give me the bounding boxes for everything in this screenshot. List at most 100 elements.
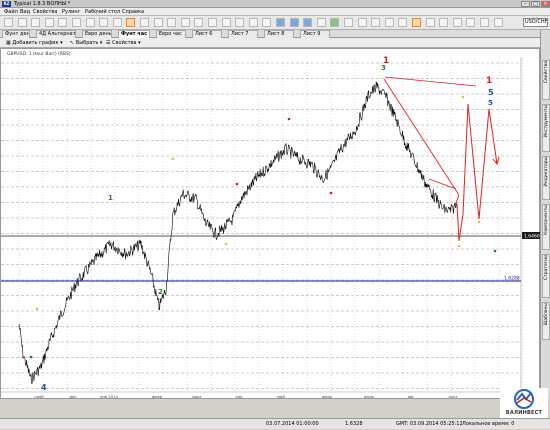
toolbar-save-button[interactable] bbox=[31, 18, 41, 27]
time-axis-label: авг bbox=[408, 394, 415, 399]
minimize-button[interactable]: – bbox=[521, 1, 530, 7]
toolbar-alert-button[interactable] bbox=[493, 18, 503, 27]
tab-sheet-4[interactable]: Фунт час bbox=[118, 30, 150, 38]
menu-properties[interactable]: Свойства bbox=[33, 8, 57, 16]
toolbar-cursor-button[interactable] bbox=[126, 18, 136, 27]
side-tab-4[interactable]: Компоненты bbox=[542, 204, 550, 250]
toolbar-crosshair-button[interactable] bbox=[180, 18, 190, 27]
toolbar-channel-button[interactable] bbox=[221, 18, 231, 27]
time-axis-label: сент bbox=[448, 394, 458, 399]
status-date: 03.07.2014 01:00:00 bbox=[266, 421, 319, 427]
side-tab-5[interactable]: Стратегии bbox=[542, 254, 550, 298]
toolbar-settings-button[interactable] bbox=[480, 18, 489, 27]
toolbar-zoom-in-button[interactable] bbox=[140, 18, 149, 27]
side-tab-2[interactable]: Инструменты bbox=[542, 104, 550, 152]
close-button[interactable]: × bbox=[541, 1, 550, 7]
time-axis-label: июнь bbox=[322, 394, 333, 399]
toolbar-hline-button[interactable] bbox=[262, 18, 272, 27]
tab-sheet-3[interactable]: Евро день bbox=[82, 30, 112, 38]
toolbar-draw-button[interactable] bbox=[167, 18, 177, 27]
toolbar-m15-button[interactable] bbox=[398, 18, 408, 27]
side-tab-label: Компоненты bbox=[544, 205, 549, 235]
toolbar-fib-button[interactable] bbox=[235, 18, 245, 27]
right-side-panel: Свойства Инструменты Индикаторы Компоненты С… bbox=[540, 30, 550, 399]
toolbar-m5-button[interactable] bbox=[384, 18, 394, 27]
toolbar-copy-button[interactable] bbox=[72, 18, 81, 27]
toolbar-m1-button[interactable] bbox=[371, 18, 381, 27]
time-axis-label: февр bbox=[152, 394, 163, 399]
wave-label: 1 bbox=[383, 56, 389, 66]
time-axis-label: нояб bbox=[34, 394, 44, 399]
toolbar-text-button[interactable] bbox=[194, 18, 204, 27]
wave-marker bbox=[329, 191, 333, 195]
menu-workspace[interactable]: Рабочий стол bbox=[85, 8, 120, 16]
menu-file[interactable]: Файл bbox=[4, 8, 18, 16]
toolbar-print-button[interactable] bbox=[44, 18, 54, 27]
toolbar-period-button[interactable] bbox=[289, 18, 299, 27]
toolbar-undo-button[interactable] bbox=[99, 18, 109, 27]
toolbar-h4-button[interactable] bbox=[425, 18, 435, 27]
toolbar-h1-button[interactable] bbox=[412, 18, 421, 27]
toolbar-line-button[interactable] bbox=[208, 18, 217, 27]
chart-canvas: GBPUSD: 1 Hour Bar() (RBS) 1.6460 1.6288 1 2… bbox=[1, 51, 540, 399]
toolbar-zoom-out-button[interactable] bbox=[153, 18, 163, 27]
main-toolbar bbox=[0, 16, 550, 30]
toolbar-cut-button[interactable] bbox=[58, 18, 68, 27]
toolbar-vline-button[interactable] bbox=[276, 18, 285, 27]
tab-sheet-6[interactable]: Лист 6 bbox=[192, 30, 222, 38]
status-price: 1.6328 bbox=[345, 421, 363, 427]
wave-label: 1 bbox=[108, 194, 113, 202]
tab-sheet-5[interactable]: Евро час bbox=[156, 30, 186, 38]
wave-marker bbox=[477, 220, 481, 224]
toolbar-dollar-button[interactable] bbox=[357, 18, 367, 27]
brand-logo: ВАЛИНВЕСТ bbox=[500, 388, 548, 418]
select-button[interactable]: ↖ Выбрать ▾ bbox=[70, 38, 102, 48]
toolbar-redo-button[interactable] bbox=[112, 18, 122, 27]
toolbar-grid-button[interactable] bbox=[344, 18, 353, 27]
title-bar: RZ Typical 1.8.3 ВОЛНЫ * – □ × bbox=[0, 0, 550, 8]
add-chart-button[interactable]: ▦ Добавить график ▾ bbox=[6, 38, 63, 48]
wave-marker bbox=[35, 307, 39, 311]
symbol-select[interactable]: USD/CHF bbox=[523, 18, 548, 27]
toolbar-arrow-button[interactable] bbox=[248, 18, 258, 27]
chart-properties-label: Свойства bbox=[112, 40, 137, 46]
toolbar-w1-button[interactable] bbox=[452, 18, 462, 27]
chart-header: GBPUSD: 1 Hour Bar() (RBS) bbox=[7, 51, 71, 57]
toolbar-candle-button[interactable] bbox=[303, 18, 313, 27]
app-logo: RZ bbox=[2, 1, 11, 7]
toolbar-d1-button[interactable] bbox=[439, 18, 449, 27]
toolbar-line-chart-button[interactable] bbox=[330, 18, 340, 27]
tab-sheet-9[interactable]: Лист 9 bbox=[300, 30, 330, 38]
wave-label: 1 bbox=[486, 76, 492, 86]
menu-ruling[interactable]: Рулинг bbox=[62, 8, 80, 16]
wave-marker bbox=[287, 117, 291, 121]
toolbar-open-button[interactable] bbox=[17, 18, 27, 27]
support-price-label: 1.6288 bbox=[504, 276, 520, 282]
tab-sheet-1[interactable]: Фунт день bbox=[2, 30, 30, 38]
chart-toolbar: ▦ Добавить график ▾ ↖ Выбрать ▾ ☰ Свойст… bbox=[0, 38, 540, 48]
side-tab-6[interactable]: Шаблоны bbox=[542, 302, 550, 340]
wave-marker bbox=[224, 242, 228, 246]
tab-sheet-2[interactable]: 4Д Альтернатива bbox=[36, 30, 76, 38]
toolbar-bars-button[interactable] bbox=[316, 18, 326, 27]
side-tab-3[interactable]: Индикаторы bbox=[542, 156, 550, 200]
price-chart[interactable]: GBPUSD: 1 Hour Bar() (RBS) 1.6460 1.6288 1 2… bbox=[0, 48, 540, 399]
toolbar-new-button[interactable] bbox=[4, 18, 13, 27]
wave-label: 5 bbox=[488, 88, 494, 97]
toolbar-paste-button[interactable] bbox=[85, 18, 95, 27]
select-label: Выбрать bbox=[75, 40, 99, 46]
time-axis-label: май bbox=[277, 394, 285, 399]
side-tab-label: Стратегии bbox=[544, 255, 549, 280]
chart-properties-button[interactable]: ☰ Свойства ▾ bbox=[106, 38, 141, 48]
tab-sheet-7[interactable]: Лист 7 bbox=[228, 30, 258, 38]
toolbar-mn-button[interactable] bbox=[466, 18, 476, 27]
side-tab-1[interactable]: Свойства bbox=[542, 60, 550, 100]
wave-marker bbox=[493, 249, 497, 253]
menu-help[interactable]: Справка bbox=[122, 8, 144, 16]
menu-view[interactable]: Вид bbox=[20, 8, 30, 16]
tab-sheet-8[interactable]: Лист 8 bbox=[264, 30, 294, 38]
forecast-zigzag-line bbox=[456, 103, 498, 242]
maximize-button[interactable]: □ bbox=[531, 1, 540, 7]
time-axis-label: март bbox=[192, 394, 203, 399]
time-axis-label: дек bbox=[69, 394, 77, 399]
